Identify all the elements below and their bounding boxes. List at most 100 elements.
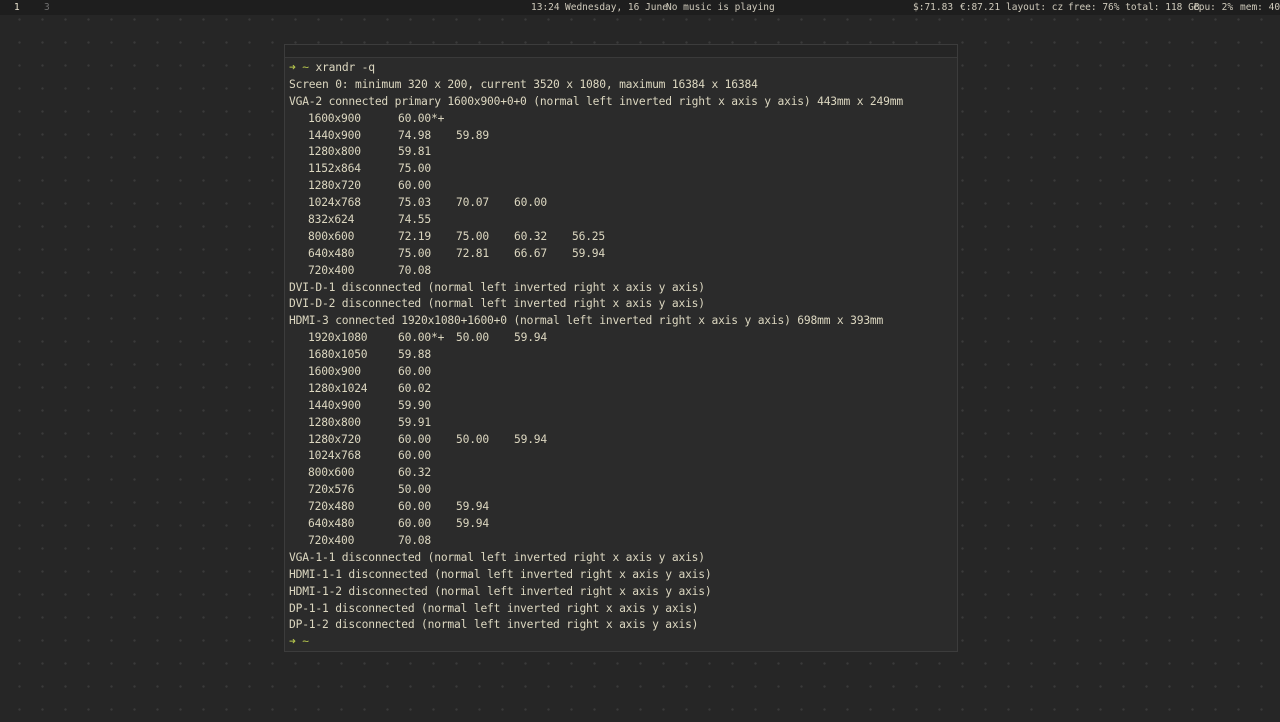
mode-row: 720x480 60.00 59.94 [289, 499, 953, 516]
terminal-output[interactable]: ➜ ~ xrandr -q Screen 0: minimum 320 x 20… [289, 60, 953, 647]
mode-resolution: 800x600 [308, 466, 355, 480]
mode-row: 1600x900 60.00*+ [289, 111, 953, 128]
refresh-rate: 70.07 [456, 196, 490, 210]
command-line: ➜ ~ xrandr -q [289, 60, 953, 77]
mode-resolution: 720x400 [308, 533, 355, 547]
mode-resolution: 640x480 [308, 517, 355, 531]
refresh-rate: 75.03 [398, 196, 432, 210]
refresh-rate: 70.08 [398, 263, 432, 277]
mode-resolution: 640x480 [308, 246, 355, 260]
refresh-rate: 59.94 [572, 246, 606, 260]
refresh-rate: 59.88 [398, 348, 432, 362]
refresh-rate: 50.00 [398, 483, 432, 497]
mode-resolution: 800x600 [308, 229, 355, 243]
top-status-bar: 1 3 13:24 Wednesday, 16 June No music is… [0, 0, 1280, 15]
refresh-rate: 74.98 [398, 128, 432, 142]
refresh-rate: 59.89 [456, 128, 490, 142]
output-header-line: DP-1-1 disconnected (normal left inverte… [289, 601, 699, 615]
mode-row: 1152x864 75.00 [289, 161, 953, 178]
mode-resolution: 1280x720 [308, 432, 361, 446]
prompt-directory: ~ [302, 635, 309, 647]
mode-row: 1280x800 59.91 [289, 415, 953, 432]
refresh-rate: 60.00 [398, 449, 432, 463]
mode-resolution: 1024x768 [308, 449, 361, 463]
output-header-line: HDMI-1-1 disconnected (normal left inver… [289, 567, 712, 581]
refresh-rate: 70.08 [398, 533, 432, 547]
screen-info-line: Screen 0: minimum 320 x 200, current 352… [289, 77, 758, 91]
refresh-rate: 59.94 [514, 331, 548, 345]
mode-row: 720x576 50.00 [289, 482, 953, 499]
mode-resolution: 1440x900 [308, 128, 361, 142]
usd-rate: $:71.83 [913, 2, 954, 13]
refresh-rate: 59.94 [456, 517, 490, 531]
date: Wednesday, 16 June [565, 2, 668, 13]
terminal-window[interactable]: ➜ ~ xrandr -q Screen 0: minimum 320 x 20… [284, 44, 958, 652]
mode-row: 1920x1080 60.00*+ 50.00 59.94 [289, 330, 953, 347]
output-header-line: HDMI-1-2 disconnected (normal left inver… [289, 584, 712, 598]
mode-resolution: 832x624 [308, 213, 355, 227]
output-list: VGA-2 connected primary 1600x900+0+0 (no… [289, 94, 953, 635]
mode-resolution: 1152x864 [308, 162, 361, 176]
mode-resolution: 1600x900 [308, 111, 361, 125]
refresh-rate: 59.94 [514, 432, 548, 446]
refresh-rate: 66.67 [514, 246, 548, 260]
refresh-rate: 72.19 [398, 229, 432, 243]
refresh-rate: 60.32 [514, 229, 548, 243]
output-header-line: HDMI-3 connected 1920x1080+1600+0 (norma… [289, 314, 884, 328]
mode-row: 1024x768 75.03 70.07 60.00 [289, 195, 953, 212]
terminal-top-border [285, 45, 957, 58]
mode-row: 1280x800 59.81 [289, 144, 953, 161]
mode-resolution: 720x400 [308, 263, 355, 277]
mode-row: 640x480 60.00 59.94 [289, 516, 953, 533]
refresh-rate: 59.94 [456, 500, 490, 514]
mode-resolution: 720x480 [308, 500, 355, 514]
keyboard-layout[interactable]: layout: cz [1006, 0, 1063, 15]
mode-row: 1440x900 74.98 59.89 [289, 128, 953, 145]
refresh-rate: 56.25 [572, 229, 606, 243]
refresh-rate: 75.00 [456, 229, 490, 243]
mode-row: 720x400 70.08 [289, 263, 953, 280]
eur-rate: €:87.21 [960, 2, 1001, 13]
refresh-rate: 50.00 [456, 331, 490, 345]
command-text: xrandr -q [315, 61, 375, 74]
mode-row: 832x624 74.55 [289, 212, 953, 229]
mode-resolution: 1600x900 [308, 365, 361, 379]
output-header-line: DP-1-2 disconnected (normal left inverte… [289, 618, 699, 632]
music-status[interactable]: No music is playing [666, 0, 775, 15]
refresh-rate: 60.00 [398, 500, 432, 514]
refresh-rate: 60.00*+ [398, 331, 445, 345]
mode-row: 1280x720 60.00 50.00 59.94 [289, 432, 953, 449]
mode-row: 1600x900 60.00 [289, 364, 953, 381]
cpu-usage: cpu: 2% [1193, 2, 1234, 13]
refresh-rate: 75.00 [398, 246, 432, 260]
mode-resolution: 1280x1024 [308, 381, 368, 395]
mode-resolution: 1920x1080 [308, 331, 368, 345]
refresh-rate: 59.90 [398, 398, 432, 412]
refresh-rate: 75.00 [398, 162, 432, 176]
mode-row: 1280x1024 60.02 [289, 381, 953, 398]
prompt-arrow-icon: ➜ [289, 61, 296, 74]
workspace-3[interactable]: 3 [44, 0, 50, 15]
mode-resolution: 1680x1050 [308, 348, 368, 362]
refresh-rate: 60.32 [398, 466, 432, 480]
mode-row: 1440x900 59.90 [289, 398, 953, 415]
clock: 13:24 [531, 2, 560, 13]
prompt-directory: ~ [302, 61, 309, 74]
mode-row: 720x400 70.08 [289, 533, 953, 550]
refresh-rate: 50.00 [456, 432, 490, 446]
refresh-rate: 74.55 [398, 213, 432, 227]
mode-resolution: 1024x768 [308, 196, 361, 210]
refresh-rate: 59.81 [398, 145, 432, 159]
output-header-line: VGA-1-1 disconnected (normal left invert… [289, 550, 705, 564]
refresh-rate: 72.81 [456, 246, 490, 260]
prompt-arrow-icon: ➜ [289, 635, 296, 647]
mode-row: 640x480 75.00 72.81 66.67 59.94 [289, 246, 953, 263]
workspace-1[interactable]: 1 [14, 0, 20, 15]
mode-row: 800x600 72.19 75.00 60.32 56.25 [289, 229, 953, 246]
output-header-line: VGA-2 connected primary 1600x900+0+0 (no… [289, 94, 903, 108]
refresh-rate: 60.00 [514, 196, 548, 210]
current-prompt-line[interactable]: ➜ ~ [289, 634, 953, 647]
refresh-rate: 59.91 [398, 415, 432, 429]
refresh-rate: 60.02 [398, 381, 432, 395]
refresh-rate: 60.00 [398, 432, 432, 446]
